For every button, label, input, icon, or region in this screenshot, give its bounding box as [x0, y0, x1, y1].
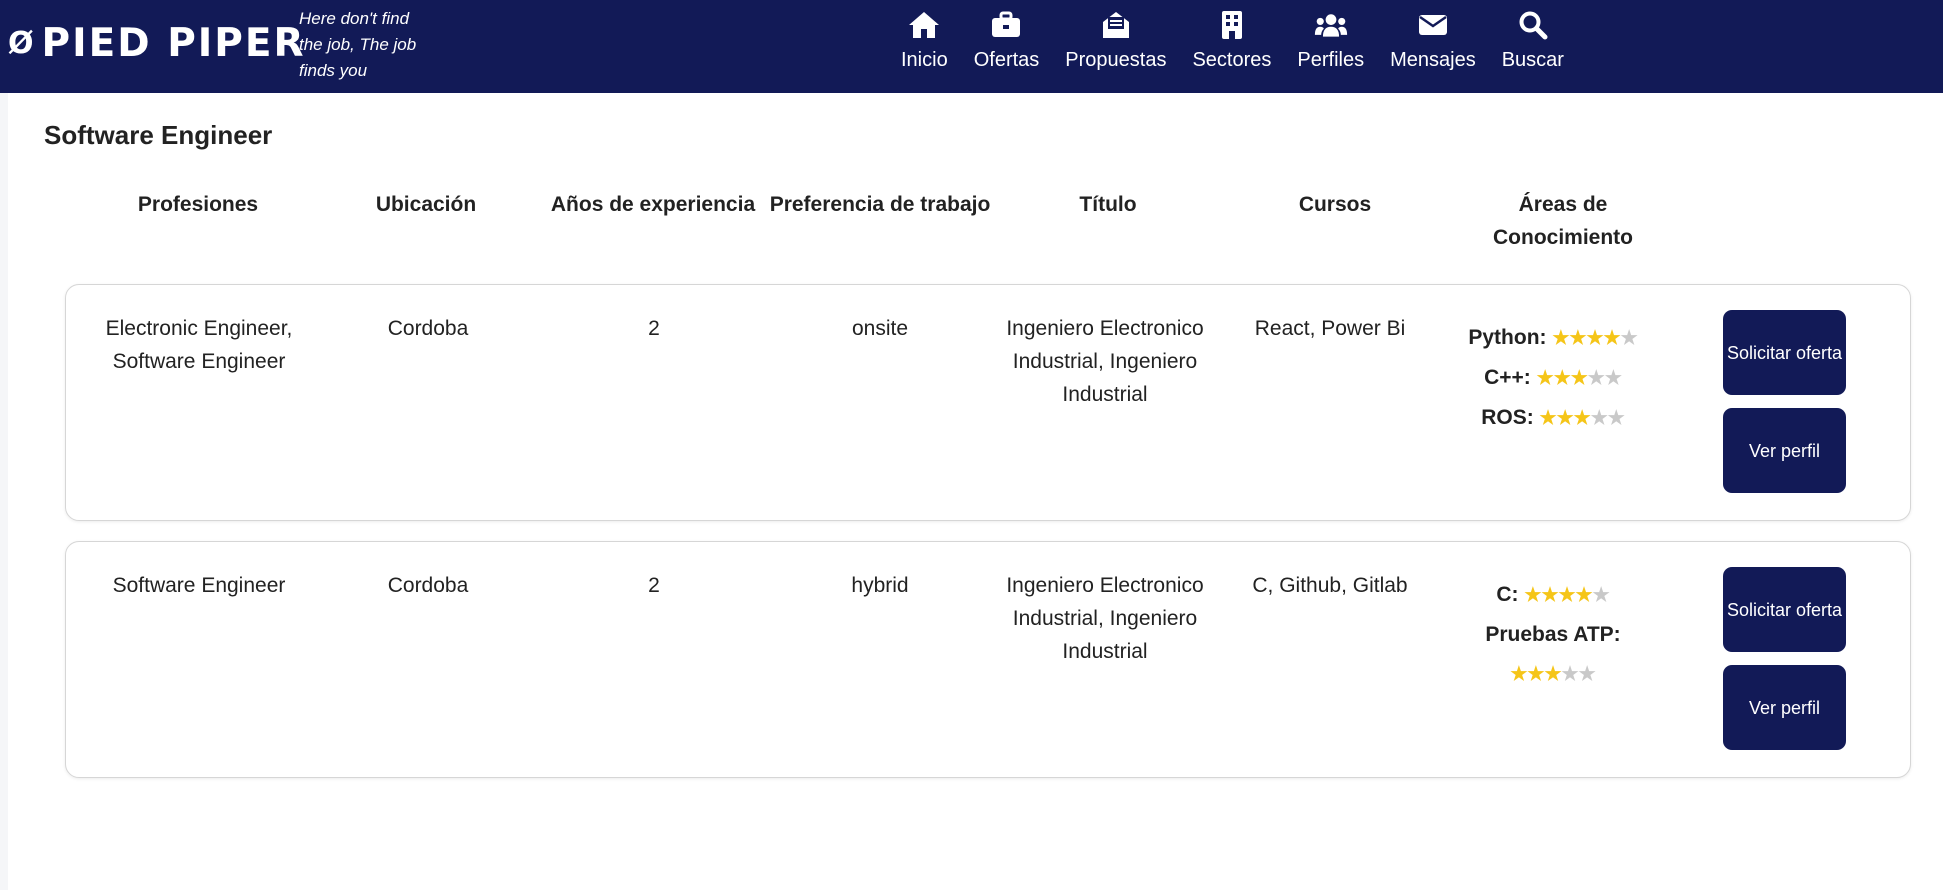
star-icon: ★	[1607, 408, 1625, 429]
cell-preferencia: hybrid	[851, 574, 909, 597]
star-icon: ★	[1544, 664, 1562, 685]
knowledge-area: Pruebas ATP: ★★★★★	[1453, 615, 1653, 694]
nav-item-inicio[interactable]: Inicio	[888, 8, 961, 80]
ver-perfil-button[interactable]: Ver perfil	[1723, 408, 1846, 493]
header-profesiones: Profesiones	[137, 193, 259, 216]
header-preferencia: Preferencia de trabajo	[769, 193, 991, 216]
brand-name: PIED PIPER	[41, 21, 306, 66]
nav-item-ofertas[interactable]: Ofertas	[961, 8, 1053, 80]
knowledge-area: Python: ★★★★★	[1453, 318, 1653, 358]
header-ubicacion: Ubicación	[375, 193, 477, 216]
knowledge-area: ROS: ★★★★★	[1453, 398, 1653, 438]
ver-perfil-button[interactable]: Ver perfil	[1723, 665, 1846, 750]
solicitar-oferta-button[interactable]: Solicitar oferta	[1723, 310, 1846, 395]
cell-titulo: Ingeniero Electronico Industrial, Ingeni…	[1006, 317, 1204, 406]
cell-areas: C: ★★★★★ Pruebas ATP: ★★★★★	[1453, 575, 1653, 694]
building-icon	[1215, 8, 1249, 42]
star-icon: ★	[1620, 328, 1638, 349]
star-rating: ★★★★★	[1540, 408, 1625, 429]
cell-cursos: C, Github, Gitlab	[1252, 574, 1408, 597]
cell-areas: Python: ★★★★★ C++: ★★★★★ ROS: ★★★★★	[1453, 318, 1653, 438]
nav-label: Propuestas	[1065, 49, 1167, 71]
cell-ubicacion: Cordoba	[387, 574, 469, 597]
brand-logo[interactable]: Ø PIED PIPER	[8, 24, 306, 64]
nav-item-mensajes[interactable]: Mensajes	[1377, 8, 1489, 80]
knowledge-area: C++: ★★★★★	[1453, 358, 1653, 398]
cell-titulo: Ingeniero Electronico Industrial, Ingeni…	[1006, 574, 1204, 663]
brand-tagline: Here don't find the job, The job finds y…	[299, 9, 417, 80]
briefcase-icon	[989, 8, 1023, 42]
star-icon: ★	[1527, 664, 1545, 685]
header-titulo: Título	[1079, 193, 1137, 216]
knowledge-area-name: Pruebas ATP:	[1485, 623, 1621, 646]
page-title: Software Engineer	[44, 120, 273, 150]
cell-experiencia: 2	[648, 574, 660, 597]
cell-ubicacion: Cordoba	[387, 317, 469, 340]
main-content: Software Engineer Profesiones Ubicación …	[8, 93, 1943, 890]
cell-experiencia: 2	[648, 317, 660, 340]
envelope-open-icon	[1099, 8, 1133, 42]
knowledge-area-name: Python:	[1468, 326, 1547, 349]
cell-cursos: React, Power Bi	[1254, 317, 1406, 340]
header-cursos: Cursos	[1298, 193, 1372, 216]
header-experiencia: Años de experiencia	[550, 193, 756, 216]
star-icon: ★	[1578, 664, 1596, 685]
star-icon: ★	[1510, 664, 1528, 685]
nav-label: Mensajes	[1390, 49, 1476, 71]
main-nav: Inicio Ofertas Propuestas Sectores Perfi…	[888, 8, 1577, 80]
search-icon	[1516, 8, 1550, 42]
table-row: Electronic Engineer, Software Engineer C…	[65, 284, 1911, 521]
star-icon: ★	[1587, 368, 1605, 389]
star-rating: ★★★★★	[1524, 585, 1609, 606]
solicitar-oferta-button[interactable]: Solicitar oferta	[1723, 567, 1846, 652]
star-icon: ★	[1552, 328, 1570, 349]
star-icon: ★	[1524, 585, 1542, 606]
brand-mark: Ø	[8, 26, 34, 61]
nav-label: Perfiles	[1297, 49, 1365, 71]
star-icon: ★	[1539, 408, 1557, 429]
cell-preferencia: onsite	[851, 317, 909, 340]
star-icon: ★	[1558, 585, 1576, 606]
star-icon: ★	[1603, 328, 1621, 349]
knowledge-area: C: ★★★★★	[1453, 575, 1653, 615]
star-icon: ★	[1586, 328, 1604, 349]
star-icon: ★	[1575, 585, 1593, 606]
star-rating: ★★★★★	[1537, 368, 1622, 389]
star-icon: ★	[1541, 585, 1559, 606]
star-rating: ★★★★★	[1552, 328, 1637, 349]
nav-label: Inicio	[901, 49, 948, 71]
header-areas: Áreas de Conocimiento	[1493, 193, 1633, 249]
star-icon: ★	[1569, 328, 1587, 349]
star-icon: ★	[1573, 408, 1591, 429]
users-icon	[1314, 8, 1348, 42]
star-icon: ★	[1570, 368, 1588, 389]
knowledge-area-name: C:	[1496, 583, 1519, 606]
nav-item-perfiles[interactable]: Perfiles	[1284, 8, 1377, 80]
star-icon: ★	[1536, 368, 1554, 389]
star-icon: ★	[1553, 368, 1571, 389]
envelope-icon	[1416, 8, 1450, 42]
nav-label: Sectores	[1192, 49, 1272, 71]
star-rating: ★★★★★	[1510, 664, 1595, 685]
star-icon: ★	[1561, 664, 1579, 685]
star-icon: ★	[1592, 585, 1610, 606]
nav-item-propuestas[interactable]: Propuestas	[1052, 8, 1179, 80]
nav-label: Buscar	[1501, 49, 1564, 71]
knowledge-area-name: ROS:	[1481, 406, 1534, 429]
star-icon: ★	[1604, 368, 1622, 389]
top-navbar: Ø PIED PIPER Here don't find the job, Th…	[0, 0, 1943, 93]
star-icon: ★	[1590, 408, 1608, 429]
home-icon	[907, 8, 941, 42]
nav-item-buscar[interactable]: Buscar	[1489, 8, 1577, 80]
knowledge-area-name: C++:	[1484, 366, 1531, 389]
table-row: Software Engineer Cordoba 2 hybrid Ingen…	[65, 541, 1911, 778]
star-icon: ★	[1556, 408, 1574, 429]
nav-label: Ofertas	[973, 49, 1040, 71]
cell-profesiones: Electronic Engineer, Software Engineer	[105, 317, 293, 373]
cell-profesiones: Software Engineer	[112, 574, 286, 597]
nav-item-sectores[interactable]: Sectores	[1179, 8, 1284, 80]
